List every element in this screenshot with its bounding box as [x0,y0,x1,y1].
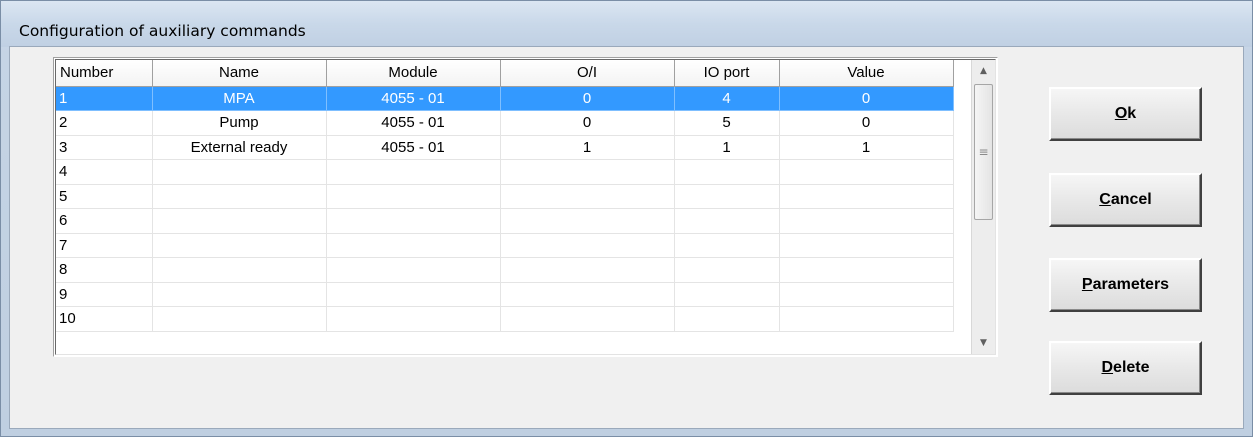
table-row[interactable]: 5 [56,184,954,209]
cell-io-port[interactable]: 5 [674,110,780,136]
table-row[interactable]: 1 MPA 4055 - 01 0 4 0 [56,86,954,111]
col-header-module[interactable]: Module [326,60,501,87]
cell-io-port[interactable] [674,208,780,234]
cell-oi[interactable]: 0 [500,86,675,111]
cell-name[interactable] [152,306,327,332]
cell-number[interactable]: 9 [56,282,153,307]
cell-value[interactable]: 0 [779,110,954,136]
cell-io-port[interactable] [674,257,780,283]
cell-value[interactable] [779,184,954,209]
table-row[interactable]: 8 [56,257,954,283]
delete-label: elete [1113,359,1150,376]
col-header-number[interactable]: Number [56,60,153,87]
cell-oi[interactable]: 0 [500,110,675,136]
cell-name[interactable]: MPA [152,86,327,111]
cell-name[interactable]: Pump [152,110,327,136]
table-row[interactable]: 2 Pump 4055 - 01 0 5 0 [56,110,954,136]
cell-value[interactable] [779,282,954,307]
vertical-scrollbar[interactable]: ▲ ≡ ▼ [971,60,995,354]
scroll-thumb[interactable]: ≡ [974,84,993,220]
col-header-value[interactable]: Value [779,60,954,87]
col-header-io-port[interactable]: IO port [674,60,780,87]
window-title: Configuration of auxiliary commands [19,22,306,40]
grip-icon: ≡ [978,145,989,159]
cell-value[interactable]: 1 [779,135,954,160]
cell-module[interactable]: 4055 - 01 [326,110,501,136]
ok-mnemonic: O [1114,105,1128,122]
cell-io-port[interactable]: 1 [674,135,780,160]
cell-value[interactable] [779,208,954,234]
cell-io-port[interactable] [674,233,780,258]
table-row[interactable]: 3 External ready 4055 - 01 1 1 1 [56,135,954,160]
cell-module[interactable] [326,159,501,185]
ok-label: k [1127,105,1137,122]
table-row[interactable]: 7 [56,233,954,258]
dialog-window: Configuration of auxiliary commands Numb… [0,0,1253,437]
cell-name[interactable] [152,184,327,209]
cell-number[interactable]: 1 [56,86,153,111]
cell-module[interactable] [326,306,501,332]
cell-name[interactable] [152,233,327,258]
commands-table: Number Name Module O/I IO port Value 1 M… [56,60,954,332]
cell-number[interactable]: 6 [56,208,153,234]
col-header-oi[interactable]: O/I [500,60,675,87]
cell-module[interactable]: 4055 - 01 [326,86,501,111]
commands-grid[interactable]: Number Name Module O/I IO port Value 1 M… [53,57,998,357]
cell-oi[interactable] [500,208,675,234]
cell-value[interactable]: 0 [779,86,954,111]
table-row[interactable]: 4 [56,159,954,185]
table-row[interactable]: 9 [56,282,954,307]
delete-mnemonic: D [1101,359,1114,376]
cell-oi[interactable] [500,184,675,209]
cell-number[interactable]: 7 [56,233,153,258]
cancel-button[interactable]: Cancel [1049,173,1202,227]
cell-number[interactable]: 8 [56,257,153,283]
cell-io-port[interactable] [674,306,780,332]
cell-number[interactable]: 10 [56,306,153,332]
cell-io-port[interactable] [674,184,780,209]
cell-value[interactable] [779,159,954,185]
cell-io-port[interactable] [674,159,780,185]
cell-oi[interactable] [500,159,675,185]
cell-number[interactable]: 2 [56,110,153,136]
delete-button[interactable]: Delete [1049,341,1202,395]
table-row[interactable]: 6 [56,208,954,234]
cell-number[interactable]: 3 [56,135,153,160]
cancel-label: ancel [1110,191,1152,208]
cell-number[interactable]: 5 [56,184,153,209]
cell-oi[interactable]: 1 [500,135,675,160]
cell-oi[interactable] [500,282,675,307]
cell-module[interactable] [326,233,501,258]
cancel-mnemonic: C [1099,191,1111,208]
cell-module[interactable] [326,282,501,307]
ok-button[interactable]: Ok [1049,87,1202,141]
cell-name[interactable]: External ready [152,135,327,160]
scroll-down-icon[interactable]: ▼ [972,332,995,354]
cell-name[interactable] [152,282,327,307]
cell-name[interactable] [152,159,327,185]
cell-io-port[interactable] [674,282,780,307]
cell-value[interactable] [779,306,954,332]
parameters-mnemonic: P [1081,276,1093,293]
cell-name[interactable] [152,208,327,234]
cell-name[interactable] [152,257,327,283]
parameters-label: arameters [1092,276,1170,293]
parameters-button[interactable]: Parameters [1049,258,1202,312]
col-header-name[interactable]: Name [152,60,327,87]
title-bar[interactable]: Configuration of auxiliary commands [1,1,1252,47]
cell-number[interactable]: 4 [56,159,153,185]
cell-module[interactable] [326,257,501,283]
cell-oi[interactable] [500,306,675,332]
cell-module[interactable]: 4055 - 01 [326,135,501,160]
cell-value[interactable] [779,233,954,258]
cell-value[interactable] [779,257,954,283]
header-row: Number Name Module O/I IO port Value [56,60,954,87]
cell-module[interactable] [326,184,501,209]
table-row[interactable]: 10 [56,306,954,332]
scroll-up-icon[interactable]: ▲ [972,60,995,82]
cell-module[interactable] [326,208,501,234]
cell-oi[interactable] [500,233,675,258]
cell-oi[interactable] [500,257,675,283]
cell-io-port[interactable]: 4 [674,86,780,111]
